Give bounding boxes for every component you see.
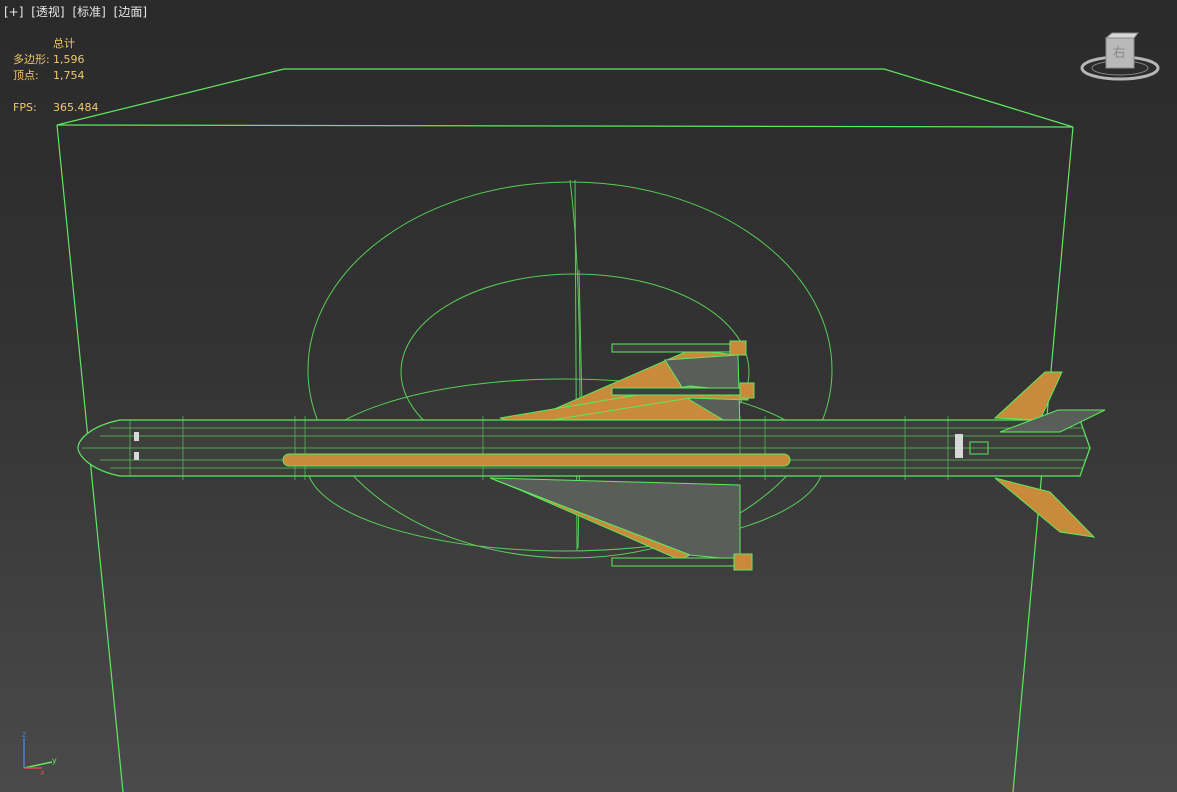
viewcube-face-label[interactable]: 右 (1104, 42, 1134, 61)
axis-tripod (23, 738, 53, 769)
axis-z-label: z (22, 730, 27, 739)
perspective-viewport[interactable]: [+] [透视] [标准] [边面] 总计 多边形: 1,596 顶点: 1,7… (0, 0, 1177, 792)
axis-y-label: y (52, 756, 57, 765)
missile-body[interactable] (77, 416, 1091, 480)
scene-canvas[interactable] (0, 0, 1177, 792)
axis-x-label: x (40, 768, 45, 777)
